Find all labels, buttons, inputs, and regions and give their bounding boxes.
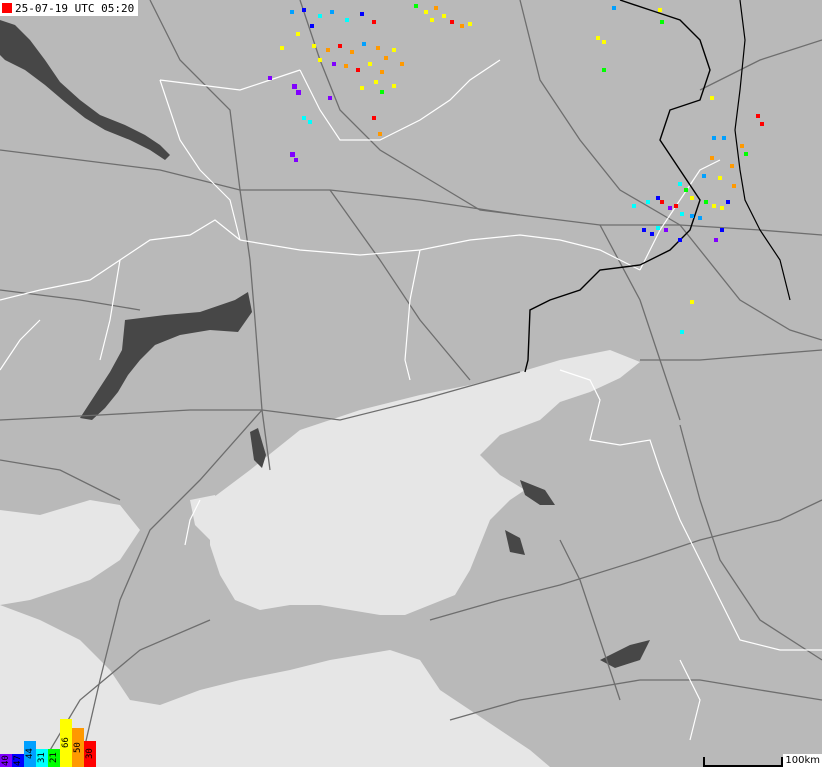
scale-line	[703, 757, 784, 767]
legend-bar: 21	[48, 749, 60, 767]
legend-bar: 66	[60, 719, 72, 767]
legend-bar: 44	[24, 741, 36, 767]
timestamp-label: 25-07-19 UTC 05:20	[0, 0, 139, 16]
scale-label: 100km	[783, 754, 822, 767]
legend-bar: 47	[12, 754, 24, 767]
legend-bar: 30	[84, 741, 96, 767]
legend-bar: 31	[36, 749, 48, 767]
scale-bar: 100km	[703, 753, 822, 767]
intensity-legend: 40 47 44 31 21 66 50 30	[0, 719, 96, 767]
land	[0, 0, 822, 767]
timestamp-marker-icon	[2, 3, 12, 13]
legend-bar: 50	[72, 728, 84, 767]
timestamp-text: 25-07-19 UTC 05:20	[15, 1, 135, 15]
legend-bar: 40	[0, 754, 12, 767]
lightning-map	[0, 0, 822, 767]
